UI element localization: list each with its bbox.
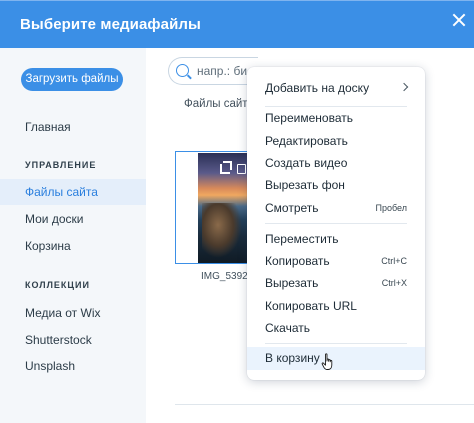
sidebar-item-my-boards[interactable]: Мои доски [0,206,146,232]
duplicate-icon[interactable] [237,164,246,174]
upload-files-button[interactable]: Загрузить файлы [21,68,123,91]
menu-item-remove-background[interactable]: Вырезать фон [247,174,425,196]
thumbnail-actions [220,161,250,178]
shortcut-label: Ctrl+C [381,256,407,266]
menu-item-label: В корзину [265,351,320,365]
sidebar-item-home[interactable]: Главная [0,114,146,140]
menu-item-create-video[interactable]: Создать видео [247,152,425,174]
menu-item-rename[interactable]: Переименовать [247,107,425,129]
menu-item-copy-url[interactable]: Копировать URL [247,295,425,317]
close-icon[interactable] [451,11,467,29]
sidebar-item-wix-media[interactable]: Медиа от Wix [0,300,146,326]
context-menu: Добавить на доску Переименовать Редактир… [247,67,425,380]
search-icon [176,64,189,77]
menu-item-label: Копировать [265,254,330,268]
menu-item-label: Создать видео [265,156,348,170]
sidebar-section-collections: КОЛЛЕКЦИИ [25,280,90,290]
shortcut-label: Ctrl+X [381,278,407,288]
thumbnail-filename: IMG_5392 [201,271,248,282]
shortcut-label: Пробел [375,203,408,213]
menu-item-label: Переименовать [265,111,353,125]
menu-item-label: Переместить [265,232,339,246]
menu-item-label: Копировать URL [265,299,357,313]
menu-item-label: Скачать [265,321,310,335]
sidebar-item-unsplash[interactable]: Unsplash [0,353,146,379]
sidebar-item-site-files[interactable]: Файлы сайта [0,179,146,205]
hand-cursor-icon [321,353,333,370]
menu-item-move[interactable]: Переместить [247,228,425,250]
menu-item-edit[interactable]: Редактировать [247,130,425,152]
menu-item-copy[interactable]: Копировать Ctrl+C [247,250,425,272]
menu-item-cut[interactable]: Вырезать Ctrl+X [247,272,425,294]
menu-item-move-to-trash[interactable]: В корзину [247,347,425,370]
sidebar-item-shutterstock[interactable]: Shutterstock [0,327,146,353]
chevron-right-icon [399,82,409,92]
search-placeholder: напр.: би [197,64,248,78]
content-section-label: Файлы сайта [184,98,254,110]
menu-item-label: Добавить на доску [265,81,370,95]
menu-divider [265,343,407,344]
menu-item-label: Вырезать [265,276,319,290]
search-input[interactable]: напр.: би [168,57,258,85]
sidebar-item-trash[interactable]: Корзина [0,233,146,259]
menu-divider [265,223,407,224]
menu-item-add-to-board[interactable]: Добавить на доску [247,77,425,99]
footer-divider [175,404,474,405]
crop-icon[interactable] [220,161,232,174]
menu-item-view[interactable]: Смотреть Пробел [247,197,425,219]
menu-item-label: Редактировать [265,134,348,148]
sidebar-section-manage: УПРАВЛЕНИЕ [25,160,97,170]
menu-item-label: Смотреть [265,201,319,215]
menu-item-download[interactable]: Скачать [247,317,425,339]
dialog-title: Выберите медиафайлы [20,16,201,33]
header-bar: Выберите медиафайлы [0,0,474,48]
menu-item-label: Вырезать фон [265,178,345,192]
